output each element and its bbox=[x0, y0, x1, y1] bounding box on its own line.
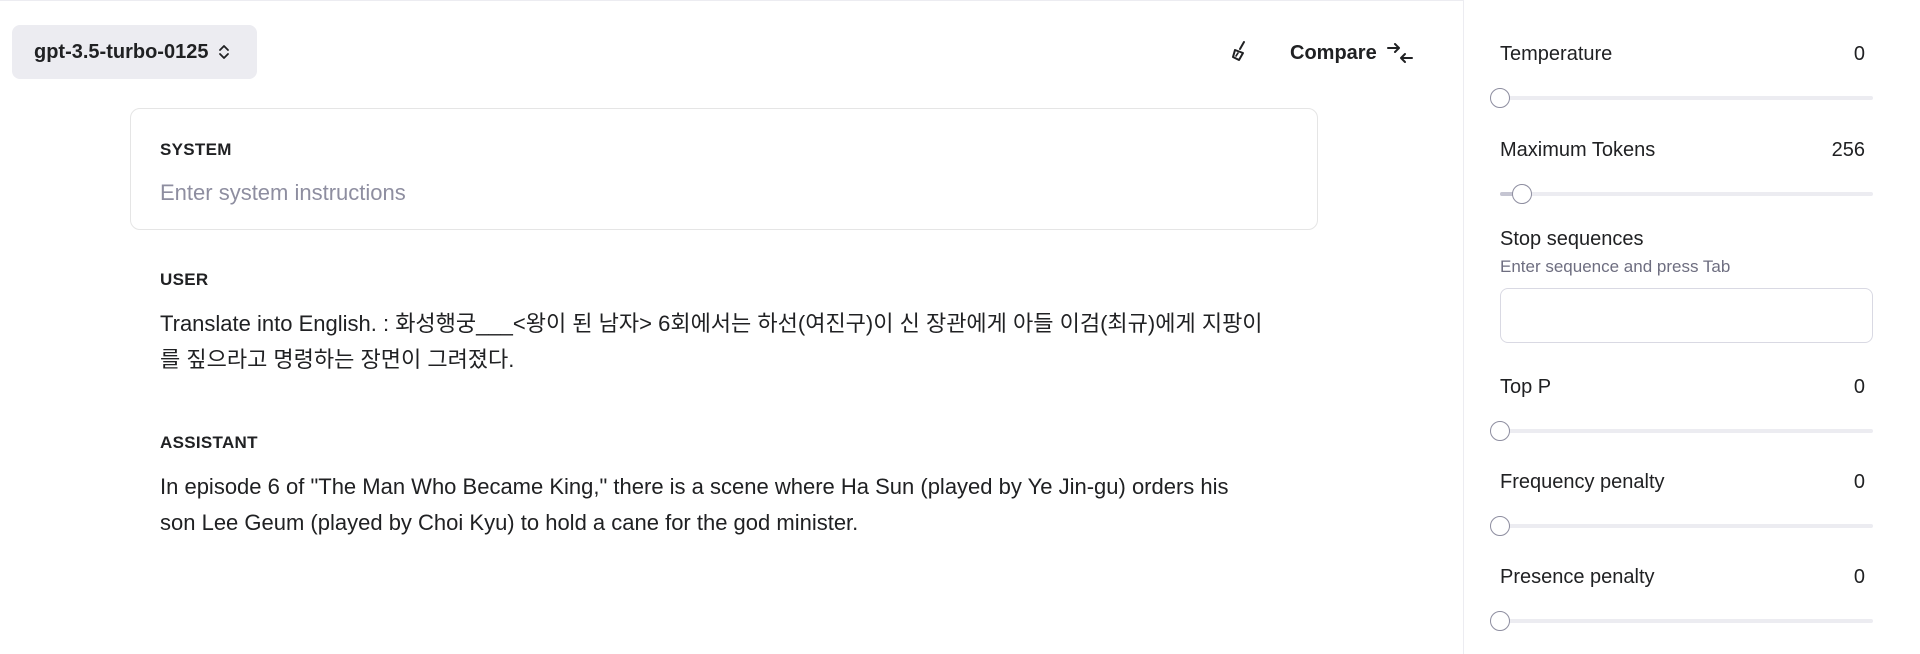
frequency-penalty-slider-thumb[interactable] bbox=[1490, 516, 1510, 536]
user-message[interactable]: USER Translate into English. : 화성행궁___<왕… bbox=[160, 270, 1280, 378]
stop-sequences-hint: Enter sequence and press Tab bbox=[1500, 257, 1731, 276]
frequency-penalty-slider[interactable] bbox=[1490, 516, 1873, 536]
playground-main: gpt-3.5-turbo-0125 Compare SYSTEM USER T… bbox=[0, 0, 1463, 654]
frequency-penalty-param: Frequency penalty 0 bbox=[1490, 471, 1873, 536]
presence-penalty-slider-thumb[interactable] bbox=[1490, 611, 1510, 631]
temperature-param: Temperature 0 bbox=[1490, 43, 1873, 108]
clear-button[interactable] bbox=[1226, 36, 1256, 70]
system-role-label: SYSTEM bbox=[160, 140, 232, 159]
max-tokens-value[interactable]: 256 bbox=[1832, 139, 1873, 162]
assistant-message-text[interactable]: In episode 6 of "The Man Who Became King… bbox=[160, 469, 1270, 541]
compare-label: Compare bbox=[1290, 41, 1377, 64]
presence-penalty-slider[interactable] bbox=[1490, 611, 1873, 631]
max-tokens-label: Maximum Tokens bbox=[1500, 139, 1656, 161]
temperature-slider-thumb[interactable] bbox=[1490, 88, 1510, 108]
temperature-slider[interactable] bbox=[1490, 88, 1873, 108]
assistant-message[interactable]: ASSISTANT In episode 6 of "The Man Who B… bbox=[160, 433, 1280, 541]
stop-sequences-input[interactable] bbox=[1500, 288, 1873, 343]
stop-sequences-label: Stop sequences bbox=[1500, 228, 1644, 250]
temperature-label: Temperature bbox=[1500, 43, 1613, 65]
top-p-slider-thumb[interactable] bbox=[1490, 421, 1510, 441]
model-name: gpt-3.5-turbo-0125 bbox=[34, 40, 209, 63]
max-tokens-slider-thumb[interactable] bbox=[1512, 184, 1533, 204]
max-tokens-param: Maximum Tokens 256 bbox=[1500, 139, 1873, 204]
top-p-value[interactable]: 0 bbox=[1854, 376, 1873, 399]
max-tokens-slider[interactable] bbox=[1500, 184, 1873, 204]
broom-icon bbox=[1229, 39, 1253, 68]
presence-penalty-value[interactable]: 0 bbox=[1854, 566, 1873, 589]
user-message-text[interactable]: Translate into English. : 화성행궁___<왕이 된 남… bbox=[160, 306, 1270, 378]
temperature-value[interactable]: 0 bbox=[1854, 43, 1873, 66]
top-p-param: Top P 0 bbox=[1490, 376, 1873, 441]
top-p-label: Top P bbox=[1500, 376, 1552, 398]
system-message-box: SYSTEM bbox=[130, 108, 1318, 230]
model-select[interactable]: gpt-3.5-turbo-0125 bbox=[12, 25, 257, 79]
top-p-slider[interactable] bbox=[1490, 421, 1873, 441]
compare-button[interactable]: Compare bbox=[1290, 36, 1413, 70]
compare-icon bbox=[1386, 42, 1413, 64]
assistant-role-label: ASSISTANT bbox=[160, 433, 258, 452]
frequency-penalty-value[interactable]: 0 bbox=[1854, 471, 1873, 494]
user-role-label: USER bbox=[160, 270, 209, 289]
frequency-penalty-label: Frequency penalty bbox=[1500, 471, 1665, 493]
presence-penalty-param: Presence penalty 0 bbox=[1490, 566, 1873, 631]
stop-sequences-param: Stop sequences Enter sequence and press … bbox=[1500, 228, 1873, 343]
system-instructions-input[interactable] bbox=[160, 176, 1280, 210]
presence-penalty-label: Presence penalty bbox=[1500, 566, 1655, 588]
parameters-panel: Temperature 0 Maximum Tokens 256 Stop se… bbox=[1464, 0, 1920, 654]
chevron-up-down-icon bbox=[218, 43, 230, 61]
